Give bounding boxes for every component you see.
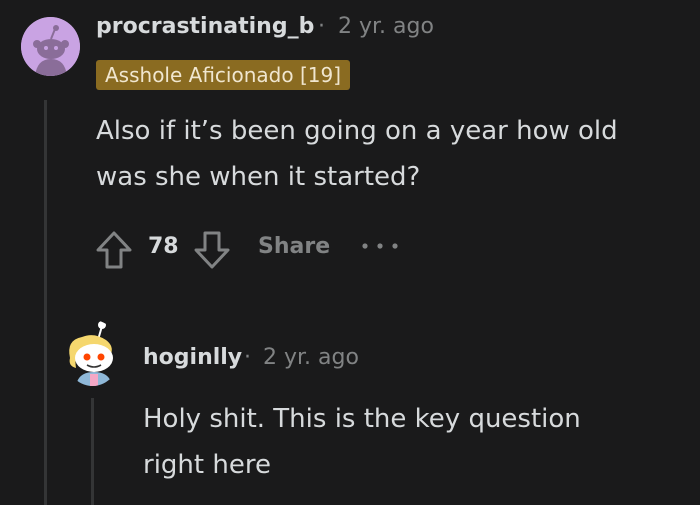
comment-body-line: Holy shit. This is the key question xyxy=(143,404,581,434)
comment-body-line: was she when it started? xyxy=(96,162,421,192)
snoo-avatar-icon xyxy=(69,321,113,386)
user-flair: Asshole Aficionado [19] xyxy=(96,60,350,90)
comment-body: Also if it’s been going on a year how ol… xyxy=(96,108,618,200)
snoo-avatar-icon xyxy=(21,17,80,76)
comment-author[interactable]: hoginlly xyxy=(143,345,242,370)
thread-line[interactable] xyxy=(44,100,47,505)
vote-score: 78 xyxy=(148,234,179,259)
user-avatar[interactable] xyxy=(21,17,80,76)
share-button[interactable]: Share xyxy=(258,234,330,259)
meta-separator: · xyxy=(244,345,251,370)
comment-body-line: Also if it’s been going on a year how ol… xyxy=(96,116,618,146)
comment-timestamp[interactable]: 2 yr. ago xyxy=(263,345,359,370)
meta-separator: · xyxy=(318,14,325,39)
comment-body: Holy shit. This is the key question righ… xyxy=(143,396,581,488)
upvote-arrow-icon[interactable] xyxy=(94,229,134,271)
comment-timestamp[interactable]: 2 yr. ago xyxy=(338,14,434,39)
downvote-arrow-icon[interactable] xyxy=(192,229,232,271)
comment-body-line: right here xyxy=(143,450,271,480)
reply-thread-line[interactable] xyxy=(91,398,94,505)
user-avatar[interactable] xyxy=(64,320,121,386)
comment-author[interactable]: procrastinating_b xyxy=(96,14,314,39)
more-options-icon[interactable] xyxy=(360,240,400,252)
